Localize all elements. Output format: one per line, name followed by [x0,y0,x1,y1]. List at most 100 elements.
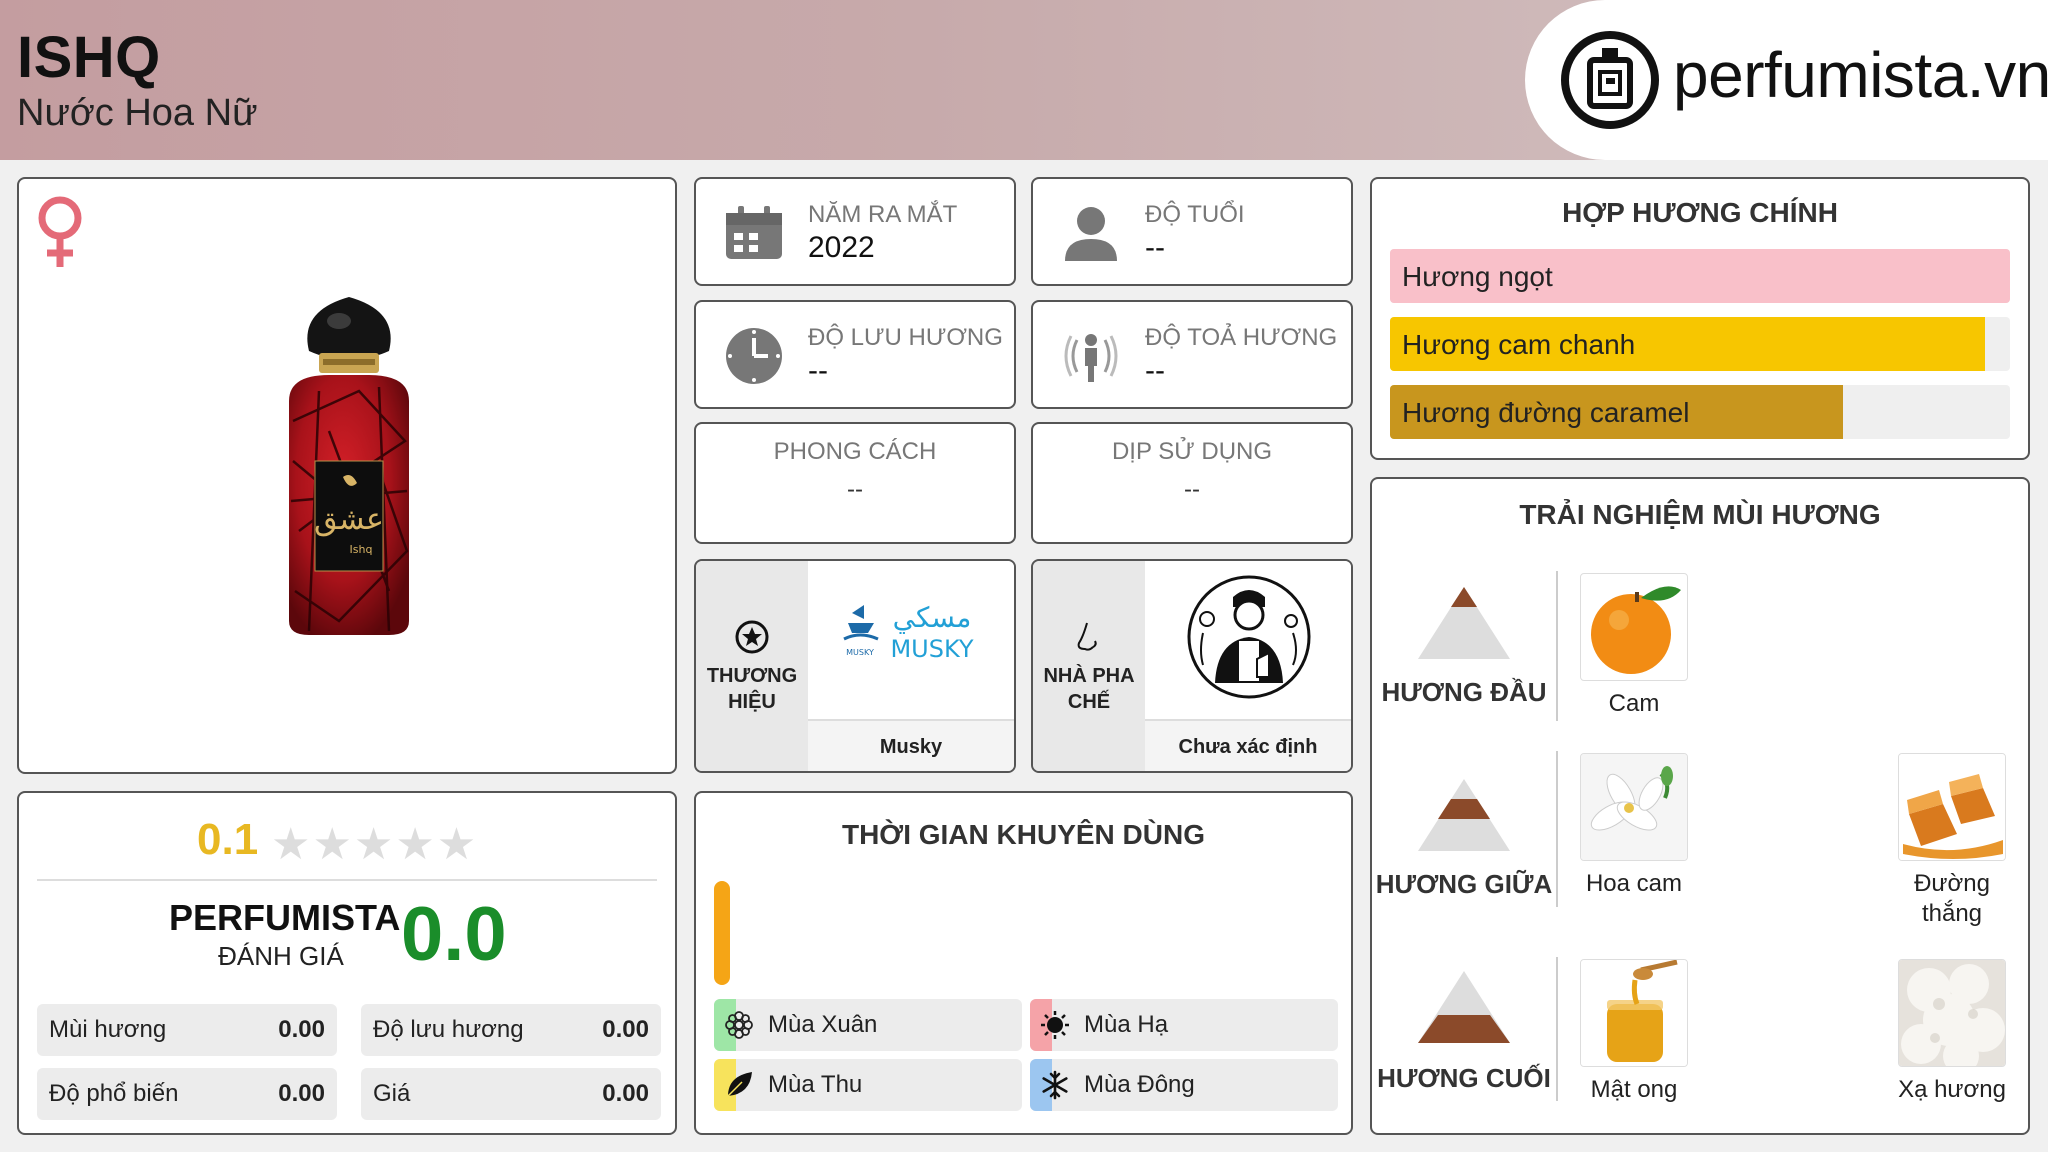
sillage-label: ĐỘ TOẢ HƯƠNG [1145,324,1338,351]
longevity-label: ĐỘ LƯU HƯƠNG [808,324,1003,351]
season-summer-label: Mùa Hạ [1084,1011,1169,1038]
pyramid-middle-icon [1418,779,1510,851]
age-value: -- [1145,231,1165,264]
perfumista-score: 0.0 [401,892,507,977]
accord-label: Hương ngọt [1402,261,1553,292]
style-label: PHONG CÁCH [773,438,937,465]
female-icon [38,196,82,267]
accord-bar: Hương đường caramel [1390,385,2010,439]
page-header: ISHQ Nước Hoa Nữ perfumista.vn [0,0,2048,160]
orange-blossom-icon [1581,754,1687,860]
launch-year-box: NĂM RA MẮT 2022 [694,177,1016,286]
longevity-value: -- [808,354,828,387]
perfumer-box[interactable]: NHÀ PHA CHẾ Chưa xác định [1031,559,1353,773]
notes-title: TRẢI NGHIỆM MÙI HƯƠNG [1519,499,1881,530]
metric-scent: Mùi hương 0.00 [37,1004,337,1056]
svg-text:MUSKY: MUSKY [890,635,973,663]
launch-year-value: 2022 [808,231,875,264]
flower-icon [725,1011,753,1039]
user-icon [1065,207,1117,261]
accords-title: HỢP HƯƠNG CHÍNH [1562,197,1838,228]
sillage-box: ĐỘ TOẢ HƯƠNG -- [1031,300,1353,409]
nose-icon [1077,622,1097,651]
page-title: ISHQ [17,25,161,90]
season-autumn: Mùa Thu [714,1059,1022,1111]
style-box: PHONG CÁCH -- [694,422,1016,544]
brand-logo[interactable]: perfumista.vn [1525,0,2048,160]
snowflake-icon [1042,1070,1068,1100]
longevity-box: ĐỘ LƯU HƯƠNG -- [694,300,1016,409]
brand-box[interactable]: THƯƠNG HIỆU MUSKY مسكي MUSKY Musky [694,559,1016,773]
time-indicator-bar [714,881,730,985]
svg-text:MUSKY: MUSKY [846,648,874,657]
season-winter-label: Mùa Đông [1084,1071,1195,1098]
perfumer-image [1145,561,1351,716]
accord-label: Hương cam chanh [1402,329,1636,360]
perfumer-name[interactable]: Chưa xác định [1145,719,1351,771]
launch-year-label: NĂM RA MẮT [808,201,958,228]
note-image-duong-thang[interactable] [1898,753,2006,861]
season-spring-label: Mùa Xuân [768,1011,878,1038]
musk-icon [1899,960,2005,1066]
orange-icon [1591,586,1681,674]
perfumista-rating-sub: ĐÁNH GIÁ [218,941,344,971]
occasion-label: DỊP SỬ DỤNG [1111,438,1273,465]
note-name-duong-thang: Đường thắng [1914,870,1990,927]
note-image-mat-ong[interactable] [1580,959,1688,1067]
diffusion-icon [1064,334,1118,382]
perfumer-label: NHÀ PHA CHẾ [1043,665,1135,713]
perfumer-side-panel: NHÀ PHA CHẾ [1033,561,1145,771]
note-name-cam: Cam [1608,690,1660,717]
base-notes-label: HƯƠNG CUỐI [1377,1063,1551,1093]
product-image-card: عشق Ishq [17,177,677,774]
star-badge-icon [735,620,769,654]
season-autumn-label: Mùa Thu [768,1071,863,1098]
note-image-hoa-cam[interactable] [1580,753,1688,861]
page-subtitle: Nước Hoa Nữ [17,92,258,134]
pyramid-base-icon [1418,971,1510,1043]
accord-bar: Hương cam chanh [1390,317,2010,371]
occasion-value: -- [1184,476,1200,503]
season-spring: Mùa Xuân [714,999,1022,1051]
main-accords-card: HỢP HƯƠNG CHÍNH Hương ngọt Hương cam chan… [1370,177,2030,460]
calendar-icon [726,206,782,259]
top-notes-label: HƯƠNG ĐẦU [1381,677,1547,707]
season-summer: Mùa Hạ [1030,999,1338,1051]
rating-stars[interactable]: ★★★★★ [271,819,478,870]
pyramid-top-icon [1418,587,1510,659]
ratings-divider [37,879,657,881]
caramel-icon [1899,754,2005,860]
usage-title: THỜI GIAN KHUYÊN DÙNG [841,819,1205,850]
note-image-cam[interactable] [1580,573,1688,681]
user-rating-score: 0.1 [197,815,259,864]
note-name-mat-ong: Mật ong [1590,1076,1678,1103]
brand-name[interactable]: Musky [808,719,1014,771]
svg-text:مسكي: مسكي [893,601,972,634]
age-box: ĐỘ TUỔI -- [1031,177,1353,286]
season-winter: Mùa Đông [1030,1059,1338,1111]
note-name-hoa-cam: Hoa cam [1585,870,1683,897]
age-label: ĐỘ TUỔI [1145,201,1245,228]
perfume-bottle-logo-icon [1561,31,1659,129]
scent-experience-card: TRẢI NGHIỆM MÙI HƯƠNG HƯƠNG ĐẦU Cam HƯƠN… [1370,477,2030,1135]
accord-label: Hương đường caramel [1402,397,1690,428]
note-image-xa-huong[interactable] [1898,959,2006,1067]
middle-notes-label: HƯƠNG GIỮA [1375,869,1553,899]
style-value: -- [847,476,863,503]
brand-label: THƯƠNG HIỆU [706,665,798,713]
perfumista-rating-label: PERFUMISTA [169,897,401,938]
honey-icon [1581,960,1687,1066]
bottle-label-script: عشق [314,502,384,537]
ratings-card: 0.1 ★★★★★ PERFUMISTA ĐÁNH GIÁ 0.0 Mùi hư… [17,791,677,1135]
logo-text: perfumista.vn [1673,39,2048,111]
metric-popularity: Độ phổ biến 0.00 [37,1068,337,1120]
leaf-icon [725,1072,752,1099]
bottle-label-text: Ishq [350,543,373,556]
brand-logo-image: MUSKY مسكي MUSKY [808,561,1014,716]
metric-longevity: Độ lưu hương 0.00 [361,1004,661,1056]
clock-icon [726,328,782,384]
brand-side-panel: THƯƠNG HIỆU [696,561,808,771]
metric-price: Giá 0.00 [361,1068,661,1120]
perfume-bottle-image: عشق Ishq [289,297,409,635]
sillage-value: -- [1145,354,1165,387]
